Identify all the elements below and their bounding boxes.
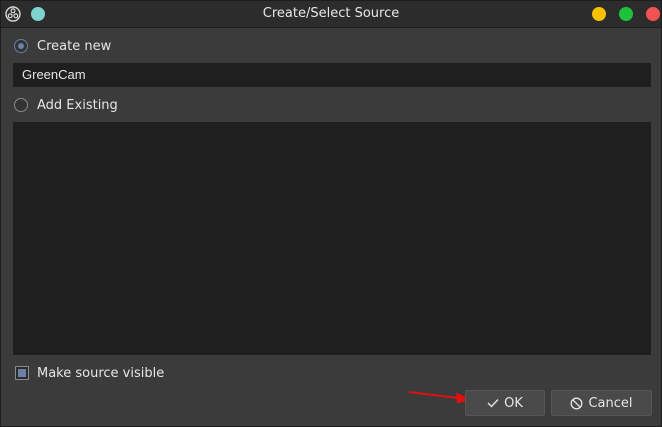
add-existing-label: Add Existing <box>37 97 118 113</box>
create-new-label: Create new <box>37 38 112 54</box>
ok-button[interactable]: OK <box>465 390 545 416</box>
make-visible-checkbox[interactable] <box>15 366 29 380</box>
checkmark-icon <box>487 399 499 408</box>
create-select-source-dialog: Create/Select Source Create new Add Exis… <box>0 0 662 427</box>
close-button[interactable] <box>646 7 660 21</box>
create-new-option[interactable]: Create new <box>14 36 111 56</box>
window-title: Create/Select Source <box>262 6 400 21</box>
prohibited-icon <box>571 397 583 409</box>
title-bar[interactable]: Create/Select Source <box>1 1 661 28</box>
add-existing-radio[interactable] <box>14 98 28 112</box>
make-visible-option[interactable]: Make source visible <box>15 364 164 382</box>
source-name-input[interactable] <box>13 63 651 87</box>
cancel-label: Cancel <box>588 395 633 411</box>
create-new-radio[interactable] <box>14 39 28 53</box>
make-visible-label: Make source visible <box>37 365 165 381</box>
minimize-button[interactable] <box>592 7 606 21</box>
add-existing-option[interactable]: Add Existing <box>14 95 118 115</box>
ok-label: OK <box>504 395 523 411</box>
cancel-button[interactable]: Cancel <box>551 390 652 416</box>
maximize-button[interactable] <box>619 7 633 21</box>
existing-sources-list[interactable] <box>13 122 651 355</box>
